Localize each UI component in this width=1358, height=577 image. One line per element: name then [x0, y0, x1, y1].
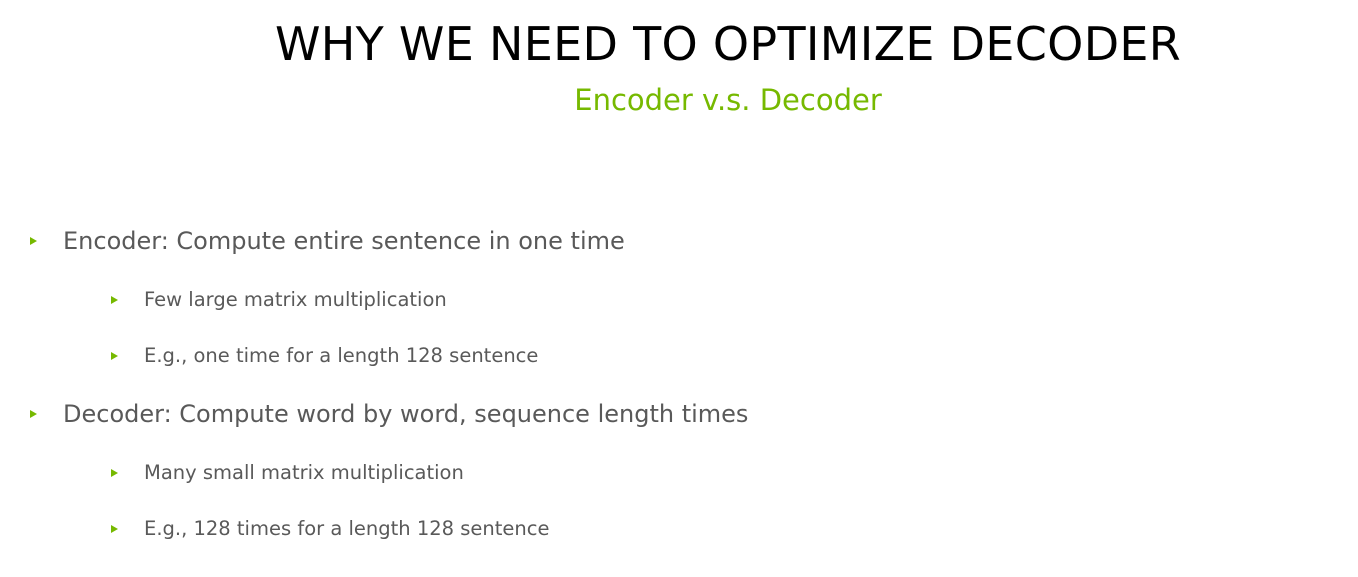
- bullet-triangle-icon: [30, 410, 37, 418]
- bullet-triangle-icon: [30, 237, 37, 245]
- sub-bullet-encoder-1: Few large matrix multiplication: [111, 290, 447, 310]
- bullet-triangle-icon: [111, 524, 118, 533]
- sub-bullet-text: E.g., one time for a length 128 sentence: [144, 344, 539, 367]
- sub-bullet-text: Few large matrix multiplication: [144, 288, 447, 311]
- bullet-triangle-icon: [111, 351, 118, 360]
- sub-bullet-decoder-1: Many small matrix multiplication: [111, 463, 464, 483]
- bullet-decoder: Decoder: Compute word by word, sequence …: [30, 402, 748, 426]
- sub-bullet-decoder-2: E.g., 128 times for a length 128 sentenc…: [111, 519, 550, 539]
- slide-subtitle: Encoder v.s. Decoder: [574, 83, 882, 117]
- sub-bullet-text: E.g., 128 times for a length 128 sentenc…: [144, 517, 550, 540]
- bullet-encoder: Encoder: Compute entire sentence in one …: [30, 229, 625, 253]
- slide-title: WHY WE NEED TO OPTIMIZE DECODER: [274, 17, 1182, 71]
- bullet-triangle-icon: [111, 295, 118, 304]
- bullet-text: Decoder: Compute word by word, sequence …: [63, 400, 749, 428]
- sub-bullet-text: Many small matrix multiplication: [144, 461, 464, 484]
- sub-bullet-encoder-2: E.g., one time for a length 128 sentence: [111, 346, 538, 366]
- slide: WHY WE NEED TO OPTIMIZE DECODER Encoder …: [0, 0, 1358, 577]
- bullet-text: Encoder: Compute entire sentence in one …: [63, 227, 625, 255]
- bullet-triangle-icon: [111, 468, 118, 477]
